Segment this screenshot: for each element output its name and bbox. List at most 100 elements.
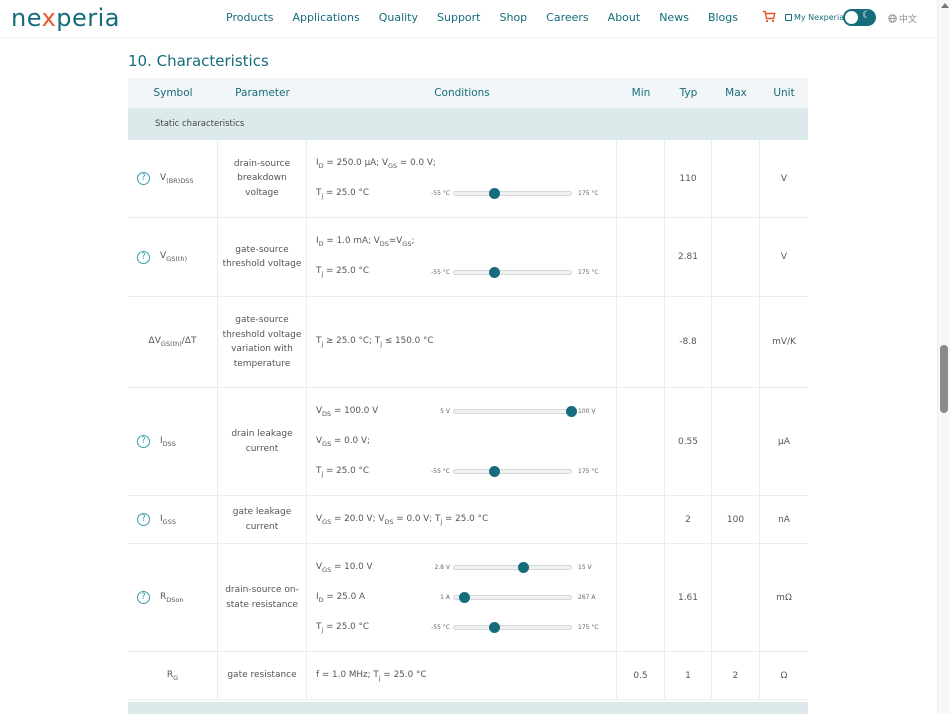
cell-min: [617, 297, 665, 387]
slider-max-label: 175 °C: [578, 268, 599, 276]
cell-max: [712, 297, 760, 387]
slider-min-label: -55 °C: [431, 468, 450, 475]
cell-min: [617, 388, 665, 495]
slider-max-label: 175 °C: [578, 190, 599, 197]
cell-parameter: gate-source threshold voltage variation …: [218, 297, 307, 387]
cell-parameter: gate resistance: [218, 652, 307, 699]
main-nav: Products Applications Quality Support Shop Ca…: [226, 11, 757, 24]
cell-conditions: Tj ≥ 25.0 °C; Tj ≤ 150.0 °C: [307, 297, 617, 387]
slider-thumb[interactable]: [489, 622, 501, 633]
cell-conditions: VGS = 10.0 V 2.8 V 15 V ID = 25.0 A 1 A 267 A…: [307, 544, 617, 651]
condition-line: Tj ≥ 25.0 °C; Tj ≤ 150.0 °C: [316, 327, 607, 357]
condition-slider[interactable]: -55 °C 175 °C: [428, 188, 599, 199]
slider-track[interactable]: [453, 188, 572, 199]
characteristics-table: Symbol Parameter Conditions Min Typ Max …: [128, 78, 808, 700]
condition-text: Tj = 25.0 °C: [316, 465, 370, 478]
cart-icon[interactable]: [762, 10, 776, 23]
condition-slider[interactable]: -55 °C 175 °C: [428, 622, 599, 633]
help-icon[interactable]: ?: [137, 591, 150, 604]
toggle-knob: [845, 11, 858, 24]
help-icon[interactable]: ?: [137, 172, 150, 185]
cell-unit: V: [780, 173, 788, 184]
symbol-text: RDSon: [160, 591, 184, 604]
nav-products[interactable]: Products: [226, 11, 274, 24]
slider-track[interactable]: [453, 466, 572, 477]
condition-line: VGS = 0.0 V;: [316, 427, 607, 457]
condition-slider[interactable]: -55 °C 175 °C: [428, 266, 599, 278]
condition-slider[interactable]: -55 °C 175 °C: [428, 466, 599, 477]
language-switch[interactable]: 中文: [888, 12, 917, 25]
slider-thumb[interactable]: [459, 592, 471, 603]
logo-text-x: x: [41, 4, 57, 32]
symbol-wrap: RG: [128, 670, 217, 682]
slider-thumb[interactable]: [517, 562, 529, 573]
symbol-text: IDSS: [160, 435, 176, 448]
help-icon[interactable]: ?: [137, 250, 150, 264]
scroll-thumb[interactable]: [940, 345, 948, 413]
condition-text: Tj = 25.0 °C: [316, 187, 370, 200]
cell-conditions: ID = 1.0 mA; VDS=VGS; Tj = 25.0 °C -55 °C 1…: [307, 218, 617, 296]
cell-symbol: ? V(BR)DSS: [128, 140, 218, 217]
table-row: ? IGSS gate leakage current VGS = 20.0 V; V…: [128, 496, 808, 544]
scroll-up-arrow-icon[interactable]: [941, 3, 949, 8]
site-header: nexperia Products Applications Quality Supp…: [0, 0, 937, 38]
nav-careers[interactable]: Careers: [546, 11, 589, 24]
slider-track[interactable]: [453, 406, 577, 417]
nav-news[interactable]: News: [659, 11, 689, 24]
symbol-wrap: ΔVGS(th)/ΔT: [128, 336, 217, 348]
nav-shop[interactable]: Shop: [500, 11, 528, 24]
cell-parameter: drain-source breakdown voltage: [218, 140, 307, 217]
cell-typ: 1.61: [665, 544, 712, 651]
help-icon[interactable]: ?: [137, 513, 150, 526]
my-nexperia-link[interactable]: My Nexperia: [785, 13, 844, 22]
cell-symbol: RG: [128, 652, 218, 699]
table-row: ? V(BR)DSS drain-source breakdown voltage I…: [128, 140, 808, 218]
group-static-characteristics: Static characteristics: [128, 108, 808, 140]
symbol-text: RG: [166, 669, 179, 682]
cell-unit: μA: [778, 436, 790, 447]
slider-thumb[interactable]: [489, 188, 501, 199]
condition-slider[interactable]: 1 A 267 A: [428, 592, 595, 603]
next-group-band: [128, 702, 808, 714]
page-scrollbar[interactable]: [937, 0, 950, 714]
condition-slider[interactable]: 2.8 V 15 V: [428, 562, 592, 573]
nav-support[interactable]: Support: [437, 11, 480, 24]
symbol-wrap: ? IGSS: [128, 513, 217, 526]
condition-text: VGS = 0.0 V;: [316, 435, 370, 448]
globe-icon: [888, 14, 897, 23]
cell-min: [617, 218, 665, 296]
slider-track[interactable]: [453, 266, 572, 278]
col-header-typ: Typ: [679, 87, 698, 99]
slider-max-label: 175 °C: [578, 624, 599, 631]
theme-toggle[interactable]: ☾: [843, 9, 876, 26]
condition-text: VGS = 20.0 V; VDS = 0.0 V; Tj = 25.0 °C: [316, 513, 489, 526]
condition-line: VGS = 20.0 V; VDS = 0.0 V; Tj = 25.0 °C: [316, 505, 607, 535]
nav-applications[interactable]: Applications: [293, 11, 360, 24]
help-icon[interactable]: ?: [137, 435, 150, 448]
nav-quality[interactable]: Quality: [379, 11, 418, 24]
table-row: ΔVGS(th)/ΔT gate-source threshold voltage…: [128, 297, 808, 388]
my-nexperia-label: My Nexperia: [794, 13, 845, 22]
slider-track[interactable]: [453, 622, 572, 633]
condition-text: Tj = 25.0 °C: [316, 621, 370, 634]
nexperia-logo[interactable]: nexperia: [11, 4, 120, 32]
cell-symbol: ? VGS(th): [128, 218, 218, 296]
condition-slider[interactable]: 5 V 100 V: [428, 406, 595, 417]
nav-about[interactable]: About: [608, 11, 641, 24]
col-header-symbol: Symbol: [153, 87, 193, 99]
slider-max-label: 175 °C: [578, 468, 599, 475]
cell-max: [712, 140, 760, 217]
table-row: ? RDSon drain-source on-state resistance VG…: [128, 544, 808, 652]
table-row: ? VGS(th) gate-source threshold voltage ID …: [128, 218, 808, 297]
slider-thumb[interactable]: [565, 406, 577, 417]
symbol-wrap: ? V(BR)DSS: [128, 172, 217, 185]
slider-thumb[interactable]: [489, 266, 501, 278]
slider-track[interactable]: [453, 562, 572, 573]
table-body: ? V(BR)DSS drain-source breakdown voltage I…: [128, 140, 808, 700]
condition-text: ID = 1.0 mA; VDS=VGS;: [316, 236, 415, 248]
slider-track[interactable]: [453, 592, 572, 603]
nav-blogs[interactable]: Blogs: [708, 11, 738, 24]
slider-thumb[interactable]: [489, 466, 501, 477]
condition-line: Tj = 25.0 °C -55 °C 175 °C: [316, 257, 607, 287]
condition-text: ID = 250.0 μA; VGS = 0.0 V;: [316, 157, 436, 170]
